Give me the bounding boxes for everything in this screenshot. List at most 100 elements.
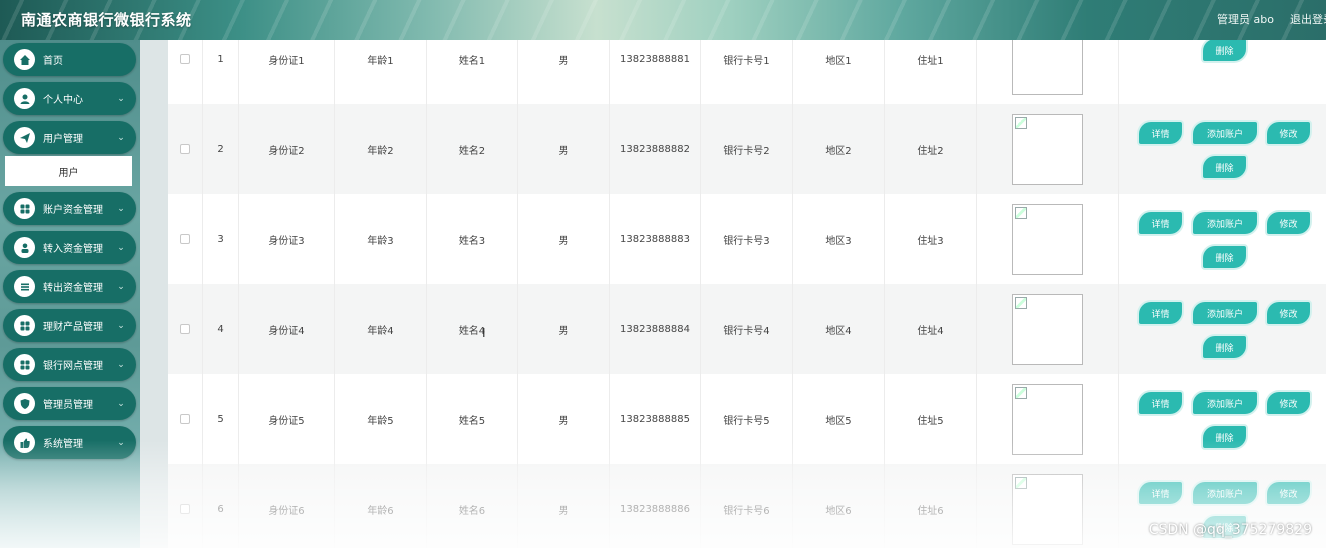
cell-phone: 13823888883: [610, 194, 701, 284]
cell-sex: 男: [518, 284, 610, 374]
sidebar-item-account-funds[interactable]: 账户资金管理 ⌄: [3, 192, 136, 225]
edit-button[interactable]: 修改: [1267, 122, 1310, 144]
cell-phone: 13823888881: [610, 40, 701, 104]
header-user-area: 管理员 abo 退出登录: [1217, 11, 1326, 27]
sidebar-item-label: 系统管理: [43, 439, 83, 450]
logout-link[interactable]: 退出登录: [1290, 11, 1326, 27]
cell-phone: 13823888885: [610, 374, 701, 464]
sidebar-item-label: 转入资金管理: [43, 244, 103, 255]
cell-address: 住址1: [885, 40, 977, 104]
cell-name: 姓名3: [427, 194, 518, 284]
row-checkbox[interactable]: [180, 504, 190, 514]
sidebar-item-label: 理财产品管理: [43, 322, 103, 333]
delete-button[interactable]: 删除: [1203, 40, 1246, 61]
cell-phone: 13823888882: [610, 104, 701, 194]
row-actions: 详情 添加账户 修改 删除: [1119, 284, 1326, 374]
cell-name: 姓名5: [427, 374, 518, 464]
row-checkbox[interactable]: [180, 234, 190, 244]
broken-image-icon: [1012, 113, 1083, 185]
row-index: 2: [203, 104, 239, 194]
row-actions: 详情 添加账户 修改 删除: [1119, 104, 1326, 194]
sidebar-item-user-management[interactable]: 用户管理 ⌄: [3, 121, 136, 154]
row-index: 4: [203, 284, 239, 374]
edit-button[interactable]: 修改: [1267, 482, 1310, 504]
chevron-down-icon: ⌄: [117, 281, 125, 292]
detail-button[interactable]: 详情: [1139, 392, 1182, 414]
table-row: 4 身份证4 年龄4 姓名4 男 13823888884 银行卡号4 地区4 住…: [168, 284, 1326, 374]
grid-icon: [14, 354, 35, 375]
add-account-button[interactable]: 添加账户: [1193, 482, 1257, 504]
delete-button[interactable]: 删除: [1203, 246, 1246, 268]
cell-bank-card: 银行卡号5: [701, 374, 793, 464]
row-checkbox[interactable]: [180, 54, 190, 64]
top-header: 南通农商银行微银行系统 管理员 abo 退出登录: [0, 0, 1326, 40]
delete-button[interactable]: 删除: [1203, 156, 1246, 178]
cell-phone: 13823888886: [610, 464, 701, 548]
user-icon: [14, 88, 35, 109]
text-cursor-icon: I: [482, 326, 486, 340]
cell-sex: 男: [518, 40, 610, 104]
edit-button[interactable]: 修改: [1267, 392, 1310, 414]
broken-image-icon: [1012, 203, 1083, 275]
sidebar-item-label: 用户管理: [43, 134, 83, 145]
sidebar-item-transfer-in[interactable]: 转入资金管理 ⌄: [3, 231, 136, 264]
sidebar-item-label: 银行网点管理: [43, 361, 103, 372]
list-icon: [14, 276, 35, 297]
row-checkbox[interactable]: [180, 414, 190, 424]
add-account-button[interactable]: 添加账户: [1193, 392, 1257, 414]
add-account-button[interactable]: 添加账户: [1193, 212, 1257, 234]
sidebar-item-personal-center[interactable]: 个人中心 ⌄: [3, 82, 136, 115]
row-index: 5: [203, 374, 239, 464]
app-title: 南通农商银行微银行系统: [21, 11, 192, 29]
chevron-down-icon: ⌄: [117, 93, 125, 104]
table-row: 2 身份证2 年龄2 姓名2 男 13823888882 银行卡号2 地区2 住…: [168, 104, 1326, 194]
sidebar-item-home[interactable]: 首页: [3, 43, 136, 76]
row-index: 6: [203, 464, 239, 548]
row-checkbox[interactable]: [180, 144, 190, 154]
sidebar-item-wealth-products[interactable]: 理财产品管理 ⌄: [3, 309, 136, 342]
cell-id-card: 身份证5: [239, 374, 335, 464]
add-account-button[interactable]: 添加账户: [1193, 122, 1257, 144]
cell-name: 姓名1: [427, 40, 518, 104]
cell-name: 姓名2: [427, 104, 518, 194]
edit-button[interactable]: 修改: [1267, 212, 1310, 234]
delete-button[interactable]: 删除: [1203, 426, 1246, 448]
chevron-down-icon: ⌄: [117, 437, 125, 448]
watermark: CSDN @qq_375279829: [1148, 522, 1312, 538]
sidebar: 首页 个人中心 ⌄ 用户管理 ⌄ 用户 账户资金管理 ⌄ 转入资金管理 ⌄ 转出…: [0, 40, 140, 548]
thumb-icon: [14, 432, 35, 453]
add-account-button[interactable]: 添加账户: [1193, 302, 1257, 324]
table-row: 5 身份证5 年龄5 姓名5 男 13823888885 银行卡号5 地区5 住…: [168, 374, 1326, 464]
detail-button[interactable]: 详情: [1139, 302, 1182, 324]
row-index: 3: [203, 194, 239, 284]
row-index: 1: [203, 40, 239, 104]
cell-bank-card: 银行卡号2: [701, 104, 793, 194]
chevron-down-icon: ⌄: [117, 398, 125, 409]
sidebar-item-label: 首页: [43, 56, 63, 67]
detail-button[interactable]: 详情: [1139, 122, 1182, 144]
sidebar-item-label: 个人中心: [43, 95, 83, 106]
detail-button[interactable]: 详情: [1139, 482, 1182, 504]
sidebar-item-admin-management[interactable]: 管理员管理 ⌄: [3, 387, 136, 420]
shield-icon: [14, 393, 35, 414]
row-actions: 详情 添加账户 修改 删除: [1119, 374, 1326, 464]
sidebar-subitem-user[interactable]: 用户: [5, 156, 132, 186]
sidebar-item-system-management[interactable]: 系统管理 ⌄: [3, 426, 136, 459]
delete-button[interactable]: 删除: [1203, 336, 1246, 358]
grid-icon: [14, 198, 35, 219]
edit-button[interactable]: 修改: [1267, 302, 1310, 324]
sidebar-item-bank-branches[interactable]: 银行网点管理 ⌄: [3, 348, 136, 381]
row-actions: 详情 添加账户 修改 删除: [1119, 40, 1326, 104]
sidebar-item-transfer-out[interactable]: 转出资金管理 ⌄: [3, 270, 136, 303]
chevron-down-icon: ⌄: [117, 132, 125, 143]
sidebar-item-label: 管理员管理: [43, 400, 93, 411]
cell-bank-card: 银行卡号1: [701, 40, 793, 104]
sidebar-item-label: 账户资金管理: [43, 205, 103, 216]
cell-id-card: 身份证3: [239, 194, 335, 284]
cell-area: 地区6: [793, 464, 885, 548]
detail-button[interactable]: 详情: [1139, 212, 1182, 234]
row-checkbox[interactable]: [180, 324, 190, 334]
cell-sex: 男: [518, 464, 610, 548]
admin-user-label: 管理员 abo: [1217, 13, 1274, 26]
cell-id-card: 身份证4: [239, 284, 335, 374]
